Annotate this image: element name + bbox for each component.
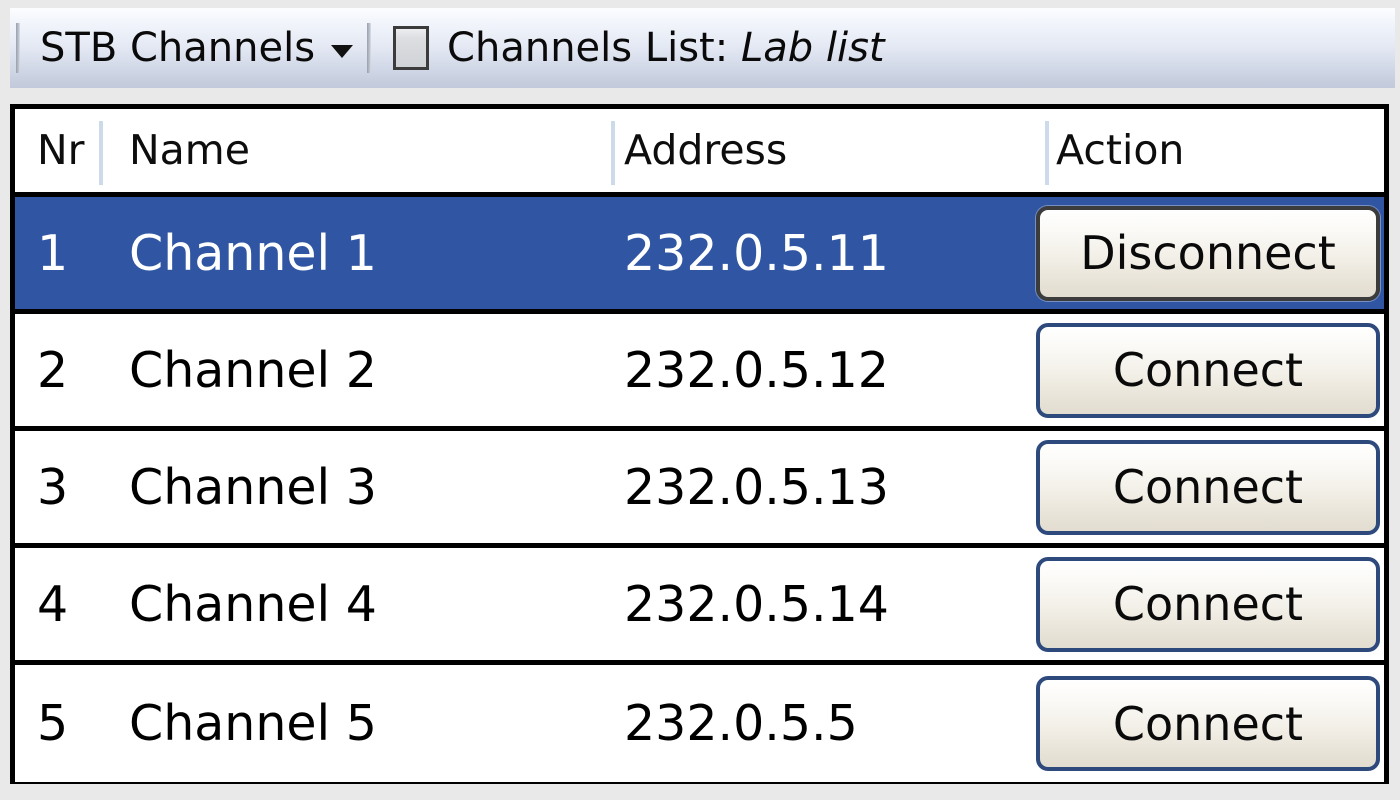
cell-address: 232.0.5.12 (624, 341, 889, 399)
action-button[interactable]: Disconnect (1036, 205, 1380, 301)
cell-nr: 1 (37, 224, 69, 282)
table-header-row: Nr Name Address Action (15, 109, 1384, 197)
cell-name: Channel 2 (129, 341, 377, 399)
cell-nr: 4 (37, 575, 69, 633)
cell-address: 232.0.5.5 (624, 695, 858, 752)
channels-table: Nr Name Address Action 1 Channel 1 232.0.5… (10, 104, 1389, 784)
cell-nr: 3 (37, 458, 69, 516)
column-header-nr[interactable]: Nr (37, 126, 85, 174)
stb-channels-menu-button[interactable]: STB Channels (20, 17, 367, 79)
action-button[interactable]: Connect (1036, 439, 1380, 535)
chevron-down-icon (331, 44, 354, 58)
toolbar-separator-middle (367, 23, 372, 73)
cell-name: Channel 4 (129, 575, 377, 633)
column-header-action[interactable]: Action (1056, 130, 1184, 171)
table-row[interactable]: 1 Channel 1 232.0.5.11 Disconnect (15, 197, 1384, 314)
table-row[interactable]: 5 Channel 5 232.0.5.5 Connect (15, 665, 1384, 782)
table-row[interactable]: 3 Channel 3 232.0.5.13 Connect (15, 431, 1384, 548)
action-button[interactable]: Connect (1036, 676, 1380, 771)
cell-address: 232.0.5.13 (624, 458, 889, 516)
cell-address: 232.0.5.11 (624, 224, 889, 282)
cell-nr: 5 (37, 695, 69, 752)
channels-list-prefix: Channels List: (447, 25, 729, 71)
column-header-name[interactable]: Name (129, 126, 250, 174)
cell-name: Channel 1 (129, 224, 377, 282)
channels-list-label: Channels List: Lab list (447, 28, 885, 68)
cell-address: 232.0.5.14 (624, 575, 889, 633)
column-header-address[interactable]: Address (624, 126, 787, 174)
channels-list-value: Lab list (740, 25, 885, 71)
table-row[interactable]: 2 Channel 2 232.0.5.12 Connect (15, 314, 1384, 431)
action-button[interactable]: Connect (1036, 322, 1380, 418)
table-row[interactable]: 4 Channel 4 232.0.5.14 Connect (15, 548, 1384, 665)
cell-name: Channel 3 (129, 458, 377, 516)
list-box-icon[interactable] (393, 26, 430, 70)
header-separator-2 (611, 121, 615, 185)
toolbar: STB Channels Channels List: Lab list (10, 8, 1395, 88)
stb-channels-menu-label: STB Channels (40, 25, 316, 71)
cell-name: Channel 5 (129, 695, 377, 752)
cell-nr: 2 (37, 341, 69, 399)
header-separator-3 (1045, 121, 1049, 185)
action-button[interactable]: Connect (1036, 556, 1380, 652)
table-body: 1 Channel 1 232.0.5.11 Disconnect 2 Channel 2… (15, 197, 1384, 782)
header-separator-1 (99, 121, 103, 185)
